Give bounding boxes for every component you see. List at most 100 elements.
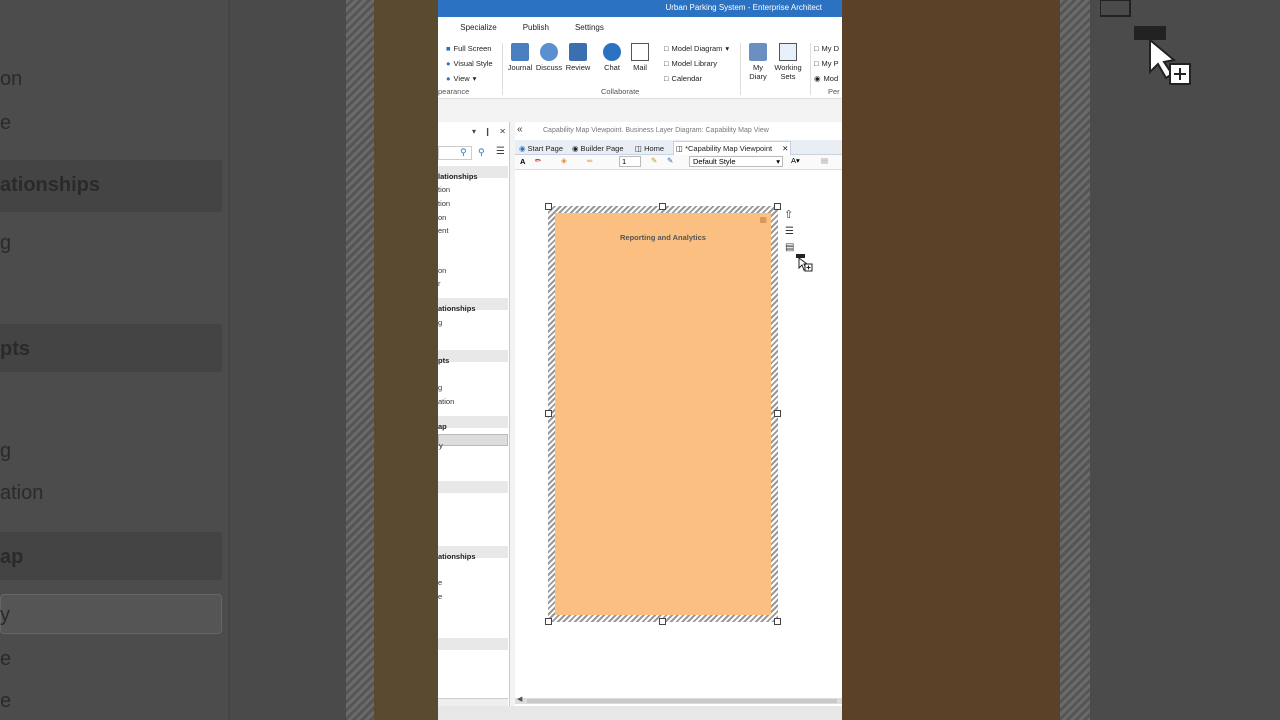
search-icon[interactable]: ⚲ [460,147,467,158]
element-fill: Reporting and Analytics ▦ [555,213,771,615]
list-item[interactable]: on [438,213,446,222]
tab-home[interactable]: ◫ Home [633,141,666,155]
section-header[interactable]: pts [438,350,508,365]
list-item[interactable]: ent [438,226,448,235]
style-select-value: Default Style [693,157,736,166]
scroll-thumb[interactable] [527,699,837,703]
menu-icon[interactable]: ☰ [785,226,794,237]
my-d-button[interactable]: □ My D [814,44,839,53]
horizontal-scrollbar[interactable]: ◀ [515,695,842,704]
window-title: Urban Parking System - Enterprise Archit… [438,0,842,17]
resize-handle[interactable] [545,203,552,210]
calendar-button[interactable]: □ Calendar [664,74,702,83]
line-width-input[interactable]: 1 [619,156,641,167]
menu-settings[interactable]: Settings [575,23,604,39]
style-select[interactable]: Default Style ▾ [689,156,783,167]
mail-label: Mail [633,63,647,72]
resize-handle[interactable] [659,618,666,625]
pin-icon[interactable]: ❙ [484,127,491,136]
mail-button[interactable]: Mail [626,43,654,72]
font-icon[interactable]: A [520,157,525,166]
list-item[interactable]: tion [438,199,450,208]
tab-builder-page[interactable]: ◉ Builder Page [570,141,626,155]
full-screen-button[interactable]: ■ Full Screen [446,44,491,53]
resize-handle[interactable] [545,410,552,417]
dropdown-icon[interactable]: ▾ [472,127,476,136]
align-icon[interactable]: ▤ [821,156,828,165]
list-item[interactable]: g [438,383,442,392]
visual-style-button[interactable]: ● Visual Style [446,59,493,68]
section-header[interactable]: ationships [438,546,508,561]
list-item[interactable]: e [438,592,442,601]
discuss-button[interactable]: Discuss [535,43,563,72]
journal-icon [511,43,529,61]
chevron-down-icon: ▾ [725,44,730,53]
view-button[interactable]: ● View ▾ [446,74,476,83]
resize-handle[interactable] [774,203,781,210]
section-header[interactable] [438,638,508,650]
brush-icon[interactable]: ✎ [667,156,673,165]
capability-element[interactable]: Reporting and Analytics ▦ [545,203,781,625]
bg-brown [842,0,1060,720]
menu-publish[interactable]: Publish [523,23,549,39]
my-p-button[interactable]: □ My P [814,59,839,68]
fill-color-icon[interactable]: ◈ [561,156,567,165]
section-header[interactable]: ationships [438,298,508,313]
quick-linker-arrow-icon[interactable]: ⇧ [784,208,793,221]
section-header[interactable] [438,481,508,493]
chat-label: Chat [604,63,620,72]
tab-label: Builder Page [580,143,624,153]
my-d-label: My D [821,44,840,53]
mod-button[interactable]: ◉ Mod [814,74,838,83]
menu-specialize[interactable]: Specialize [460,23,496,39]
list-item[interactable]: e [438,578,442,587]
working-sets-button[interactable]: Working Sets [774,43,802,81]
review-label: Review [565,63,591,72]
format-painter-icon[interactable]: ✎ [651,156,657,165]
separator [810,43,811,95]
background-right [842,0,1280,720]
line-color-icon[interactable]: ═ [587,156,592,165]
resize-handle[interactable] [545,618,552,625]
section-header[interactable]: lationships [438,166,508,181]
bg-word: e [0,648,12,670]
section-header[interactable]: ap [438,416,508,431]
list-item[interactable]: g [438,318,442,327]
browser-pane: ▾ ❙ ✕ ⚲ ⚲ ☰ lationships tion tion on ent… [438,122,510,712]
chat-button[interactable]: Chat [598,43,626,72]
list-item[interactable]: on [438,266,446,275]
tab-capability-map[interactable]: ◫ *Capability Map Viewpoint ✕ [673,141,792,155]
menu-icon[interactable]: ☰ [496,146,505,157]
find-icon[interactable]: ⚲ [478,147,485,158]
close-icon[interactable]: ✕ [782,144,788,153]
collapse-icon[interactable]: « [517,124,523,135]
model-diagram-label: Model Diagram [671,44,723,53]
section-label: lationships [438,172,478,181]
pane-scrollbar[interactable] [438,698,508,706]
style-icon[interactable]: A▾ [791,156,800,165]
resize-handle[interactable] [659,203,666,210]
list-item[interactable]: ation [438,397,454,406]
my-p-label: My P [821,59,839,68]
visual-style-label: Visual Style [453,59,493,68]
resize-handle[interactable] [774,618,781,625]
my-diary-button[interactable]: My Diary [744,43,772,81]
list-item[interactable]: r [438,279,441,288]
journal-button[interactable]: Journal [506,43,534,72]
mail-icon [631,43,649,61]
close-icon[interactable]: ✕ [499,127,506,136]
resize-handle[interactable] [774,410,781,417]
review-button[interactable]: Review [564,43,592,72]
font-color-icon[interactable]: ✏ [535,156,541,165]
tab-start-page[interactable]: ◉ Start Page [517,141,565,155]
bg-word: ap [0,546,24,568]
chevron-down-icon: ▾ [776,157,780,166]
list-item[interactable]: tion [438,185,450,194]
selected-item[interactable]: y [438,434,508,450]
bg-word: ation [0,482,44,504]
scroll-left-icon[interactable]: ◀ [517,695,522,703]
model-diagram-button[interactable]: □ Model Diagram ▾ [664,44,729,53]
diagram-canvas[interactable]: Reporting and Analytics ▦ ⇧ ☰ ▤ [515,172,842,702]
model-library-button[interactable]: □ Model Library [664,59,717,68]
diagram-icon: ◫ [676,144,684,153]
